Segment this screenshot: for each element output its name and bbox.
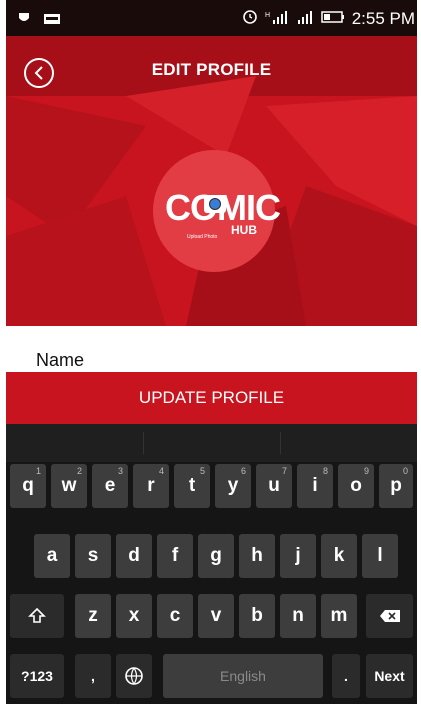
key-n[interactable]: n: [280, 594, 316, 638]
signal-icon: [296, 9, 314, 29]
key-l[interactable]: l: [362, 534, 398, 578]
key-s[interactable]: s: [75, 534, 111, 578]
key-e[interactable]: 3e: [92, 464, 128, 508]
key-h[interactable]: h: [239, 534, 275, 578]
shield-icon: [18, 9, 30, 29]
key-j[interactable]: j: [280, 534, 316, 578]
key-i[interactable]: 8i: [297, 464, 333, 508]
app-badge-icon: [44, 9, 60, 29]
key-u[interactable]: 7u: [256, 464, 292, 508]
backspace-icon: [379, 610, 400, 622]
logo-subtext: HUB: [231, 223, 257, 237]
comma-key[interactable]: ,: [75, 654, 111, 698]
alarm-icon: [242, 8, 258, 29]
upload-photo-label: Upload Photo: [187, 234, 218, 240]
language-key[interactable]: [116, 654, 152, 698]
battery-icon: [320, 9, 345, 29]
key-c[interactable]: c: [157, 594, 193, 638]
key-k[interactable]: k: [321, 534, 357, 578]
key-p[interactable]: 0p: [379, 464, 413, 508]
update-profile-button[interactable]: UPDATE PROFILE: [6, 372, 417, 424]
key-d[interactable]: d: [116, 534, 152, 578]
key-v[interactable]: v: [198, 594, 234, 638]
key-o[interactable]: 9o: [338, 464, 374, 508]
key-b[interactable]: b: [239, 594, 275, 638]
space-key[interactable]: English: [163, 654, 323, 698]
status-time: 2:55 PM: [351, 8, 415, 28]
shift-icon: [28, 607, 46, 623]
key-t[interactable]: 5t: [174, 464, 210, 508]
name-field-label: Name: [36, 350, 85, 370]
shift-key[interactable]: [10, 594, 64, 638]
key-y[interactable]: 6y: [215, 464, 251, 508]
period-key[interactable]: .: [332, 654, 360, 698]
key-w[interactable]: 2w: [51, 464, 87, 508]
key-g[interactable]: g: [198, 534, 234, 578]
camera-icon: [204, 195, 226, 213]
svg-text:H: H: [265, 12, 270, 19]
comic-hub-logo: COMIC HUB Upload Photo: [153, 178, 281, 241]
status-bar: H 2:55 PM: [6, 0, 417, 36]
phone-screen: H 2:55 PM EDIT PROFILE HUB Upload Photo …: [6, 0, 417, 704]
key-a[interactable]: a: [34, 534, 70, 578]
symbols-key[interactable]: ?123: [10, 654, 64, 698]
key-q[interactable]: 1q: [10, 464, 46, 508]
next-key[interactable]: Next: [366, 654, 413, 698]
key-z[interactable]: z: [75, 594, 111, 638]
globe-icon: [125, 667, 143, 685]
key-x[interactable]: x: [116, 594, 152, 638]
profile-header: EDIT PROFILE COMIC HUB Upload Photo: [6, 36, 417, 326]
key-r[interactable]: 4r: [133, 464, 169, 508]
signal-icon: H: [265, 9, 289, 29]
page-title: EDIT PROFILE: [151, 60, 272, 79]
backspace-key[interactable]: [366, 594, 413, 638]
soft-keyboard: 1q 2w 3e 4r 5t 6y 7u 8i 9o 0p a s d f g …: [6, 424, 417, 704]
key-m[interactable]: m: [321, 594, 357, 638]
suggestion-strip: [6, 424, 417, 462]
profile-photo-upload[interactable]: COMIC HUB Upload Photo: [153, 150, 281, 272]
key-f[interactable]: f: [157, 534, 193, 578]
